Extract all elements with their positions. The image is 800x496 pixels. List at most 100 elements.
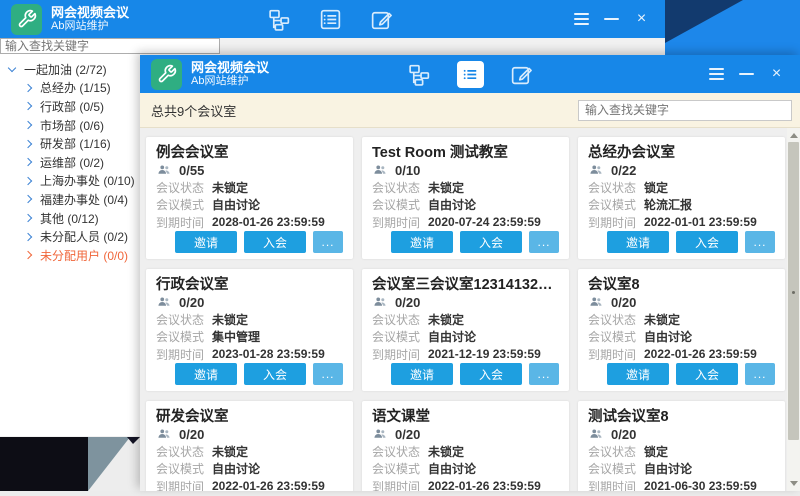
mode-label: 会议模式 [588,196,644,213]
tree-item-label: 未分配人员 (0/2) [40,228,128,245]
room-list-icon-selected[interactable] [457,61,484,88]
room-title: 行政会议室 [156,275,343,293]
participants-icon [372,427,388,441]
expire-value: 2022-01-26 23:59:59 [428,479,541,491]
meeting-room-card: 研发会议室 0/20 会议状态 未锁定 会议模式 自由讨论 到期时间 2022-… [146,401,353,491]
chevron-right-icon[interactable] [24,84,32,92]
status-value: 未锁定 [212,179,248,196]
chevron-right-icon[interactable] [24,214,32,222]
join-button[interactable]: 入会 [676,231,738,253]
mode-label: 会议模式 [156,460,212,477]
front-window: 网会视频会议 Ab网站维护 [140,55,800,491]
room-list-icon[interactable] [317,6,344,33]
scroll-up-arrow[interactable] [790,133,798,138]
status-label: 会议状态 [156,179,212,196]
expire-row: 到期时间 2022-01-26 23:59:59 [372,478,559,491]
chevron-right-icon[interactable] [24,102,32,110]
more-button[interactable]: ... [745,231,775,253]
expire-value: 2020-07-24 23:59:59 [428,215,541,229]
invite-button[interactable]: 邀请 [607,363,669,385]
participants-icon [156,295,172,309]
wrench-app-icon [11,4,42,35]
room-search-input[interactable] [578,100,792,121]
expire-label: 到期时间 [588,214,644,231]
room-title: 语文课堂 [372,407,559,425]
mode-row: 会议模式 自由讨论 [588,328,775,345]
close-button[interactable]: × [634,12,649,27]
tree-item-label: 上海办事处 (0/10) [40,172,135,189]
scrollbar-thumb[interactable] [788,142,799,440]
tree-item-label: 总经办 (1/15) [40,79,111,96]
invite-button[interactable]: 邀请 [175,231,237,253]
participant-count: 0/20 [395,295,420,310]
tree-item-label: 其他 (0/12) [40,210,99,227]
room-title: Test Room 测试教室 [372,143,559,161]
chevron-right-icon[interactable] [24,139,32,147]
participants-icon [156,427,172,441]
invite-button[interactable]: 邀请 [175,363,237,385]
expire-label: 到期时间 [588,478,644,491]
wrench-icon [157,64,177,84]
wrench-app-icon [151,59,182,90]
occupancy-row: 0/20 [156,425,343,442]
join-button[interactable]: 入会 [244,231,306,253]
menu-button[interactable] [574,12,589,27]
chevron-right-icon[interactable] [24,195,32,203]
chevron-right-icon[interactable] [24,158,32,166]
mode-row: 会议模式 自由讨论 [156,196,343,213]
status-row: 会议状态 锁定 [588,179,775,196]
scrollbar[interactable] [787,128,800,491]
desktop-corner-bottom-left [0,437,140,491]
mode-value: 自由讨论 [212,196,260,213]
join-button[interactable]: 入会 [676,363,738,385]
more-button[interactable]: ... [529,231,559,253]
tree-item-label: 行政部 (0/5) [40,98,104,115]
invite-button[interactable]: 邀请 [391,363,453,385]
scroll-down-arrow[interactable] [790,481,798,486]
edit-compose-icon[interactable] [368,6,395,33]
app-subtitle: Ab网站维护 [51,20,129,33]
org-chart-icon[interactable] [406,61,433,88]
invite-button[interactable]: 邀请 [607,231,669,253]
more-button[interactable]: ... [529,363,559,385]
room-title: 会议室8 [588,275,775,293]
chevron-down-icon[interactable] [8,64,16,72]
more-button[interactable]: ... [313,363,343,385]
room-title: 总经办会议室 [588,143,775,161]
app-titles: 网会视频会议 Ab网站维护 [191,60,269,89]
join-button[interactable]: 入会 [460,231,522,253]
status-row: 会议状态 未锁定 [372,443,559,460]
expire-value: 2022-01-01 23:59:59 [644,215,757,229]
chevron-right-icon[interactable] [24,232,32,240]
search-input[interactable] [0,38,220,54]
mode-label: 会议模式 [372,196,428,213]
occupancy-row: 0/22 [588,161,775,178]
chevron-right-icon[interactable] [24,177,32,185]
expire-row: 到期时间 2021-06-30 23:59:59 [588,478,775,491]
expire-label: 到期时间 [372,478,428,491]
status-value: 未锁定 [212,311,248,328]
status-row: 会议状态 未锁定 [588,311,775,328]
participants-icon [588,295,604,309]
invite-button[interactable]: 邀请 [391,231,453,253]
mode-row: 会议模式 自由讨论 [372,196,559,213]
chevron-right-icon[interactable] [24,121,32,129]
participant-count: 0/10 [395,163,420,178]
status-row: 会议状态 未锁定 [372,311,559,328]
join-button[interactable]: 入会 [244,363,306,385]
status-value: 未锁定 [644,311,680,328]
mode-label: 会议模式 [372,328,428,345]
menu-button[interactable] [709,67,724,82]
wrench-icon [17,9,37,29]
expire-value: 2023-01-28 23:59:59 [212,347,325,361]
mode-label: 会议模式 [588,328,644,345]
minimize-button[interactable] [604,12,619,27]
more-button[interactable]: ... [745,363,775,385]
org-chart-icon[interactable] [266,6,293,33]
edit-compose-icon[interactable] [508,61,535,88]
more-button[interactable]: ... [313,231,343,253]
close-button[interactable]: × [769,67,784,82]
minimize-button[interactable] [739,67,754,82]
chevron-right-icon[interactable] [24,251,32,259]
join-button[interactable]: 入会 [460,363,522,385]
